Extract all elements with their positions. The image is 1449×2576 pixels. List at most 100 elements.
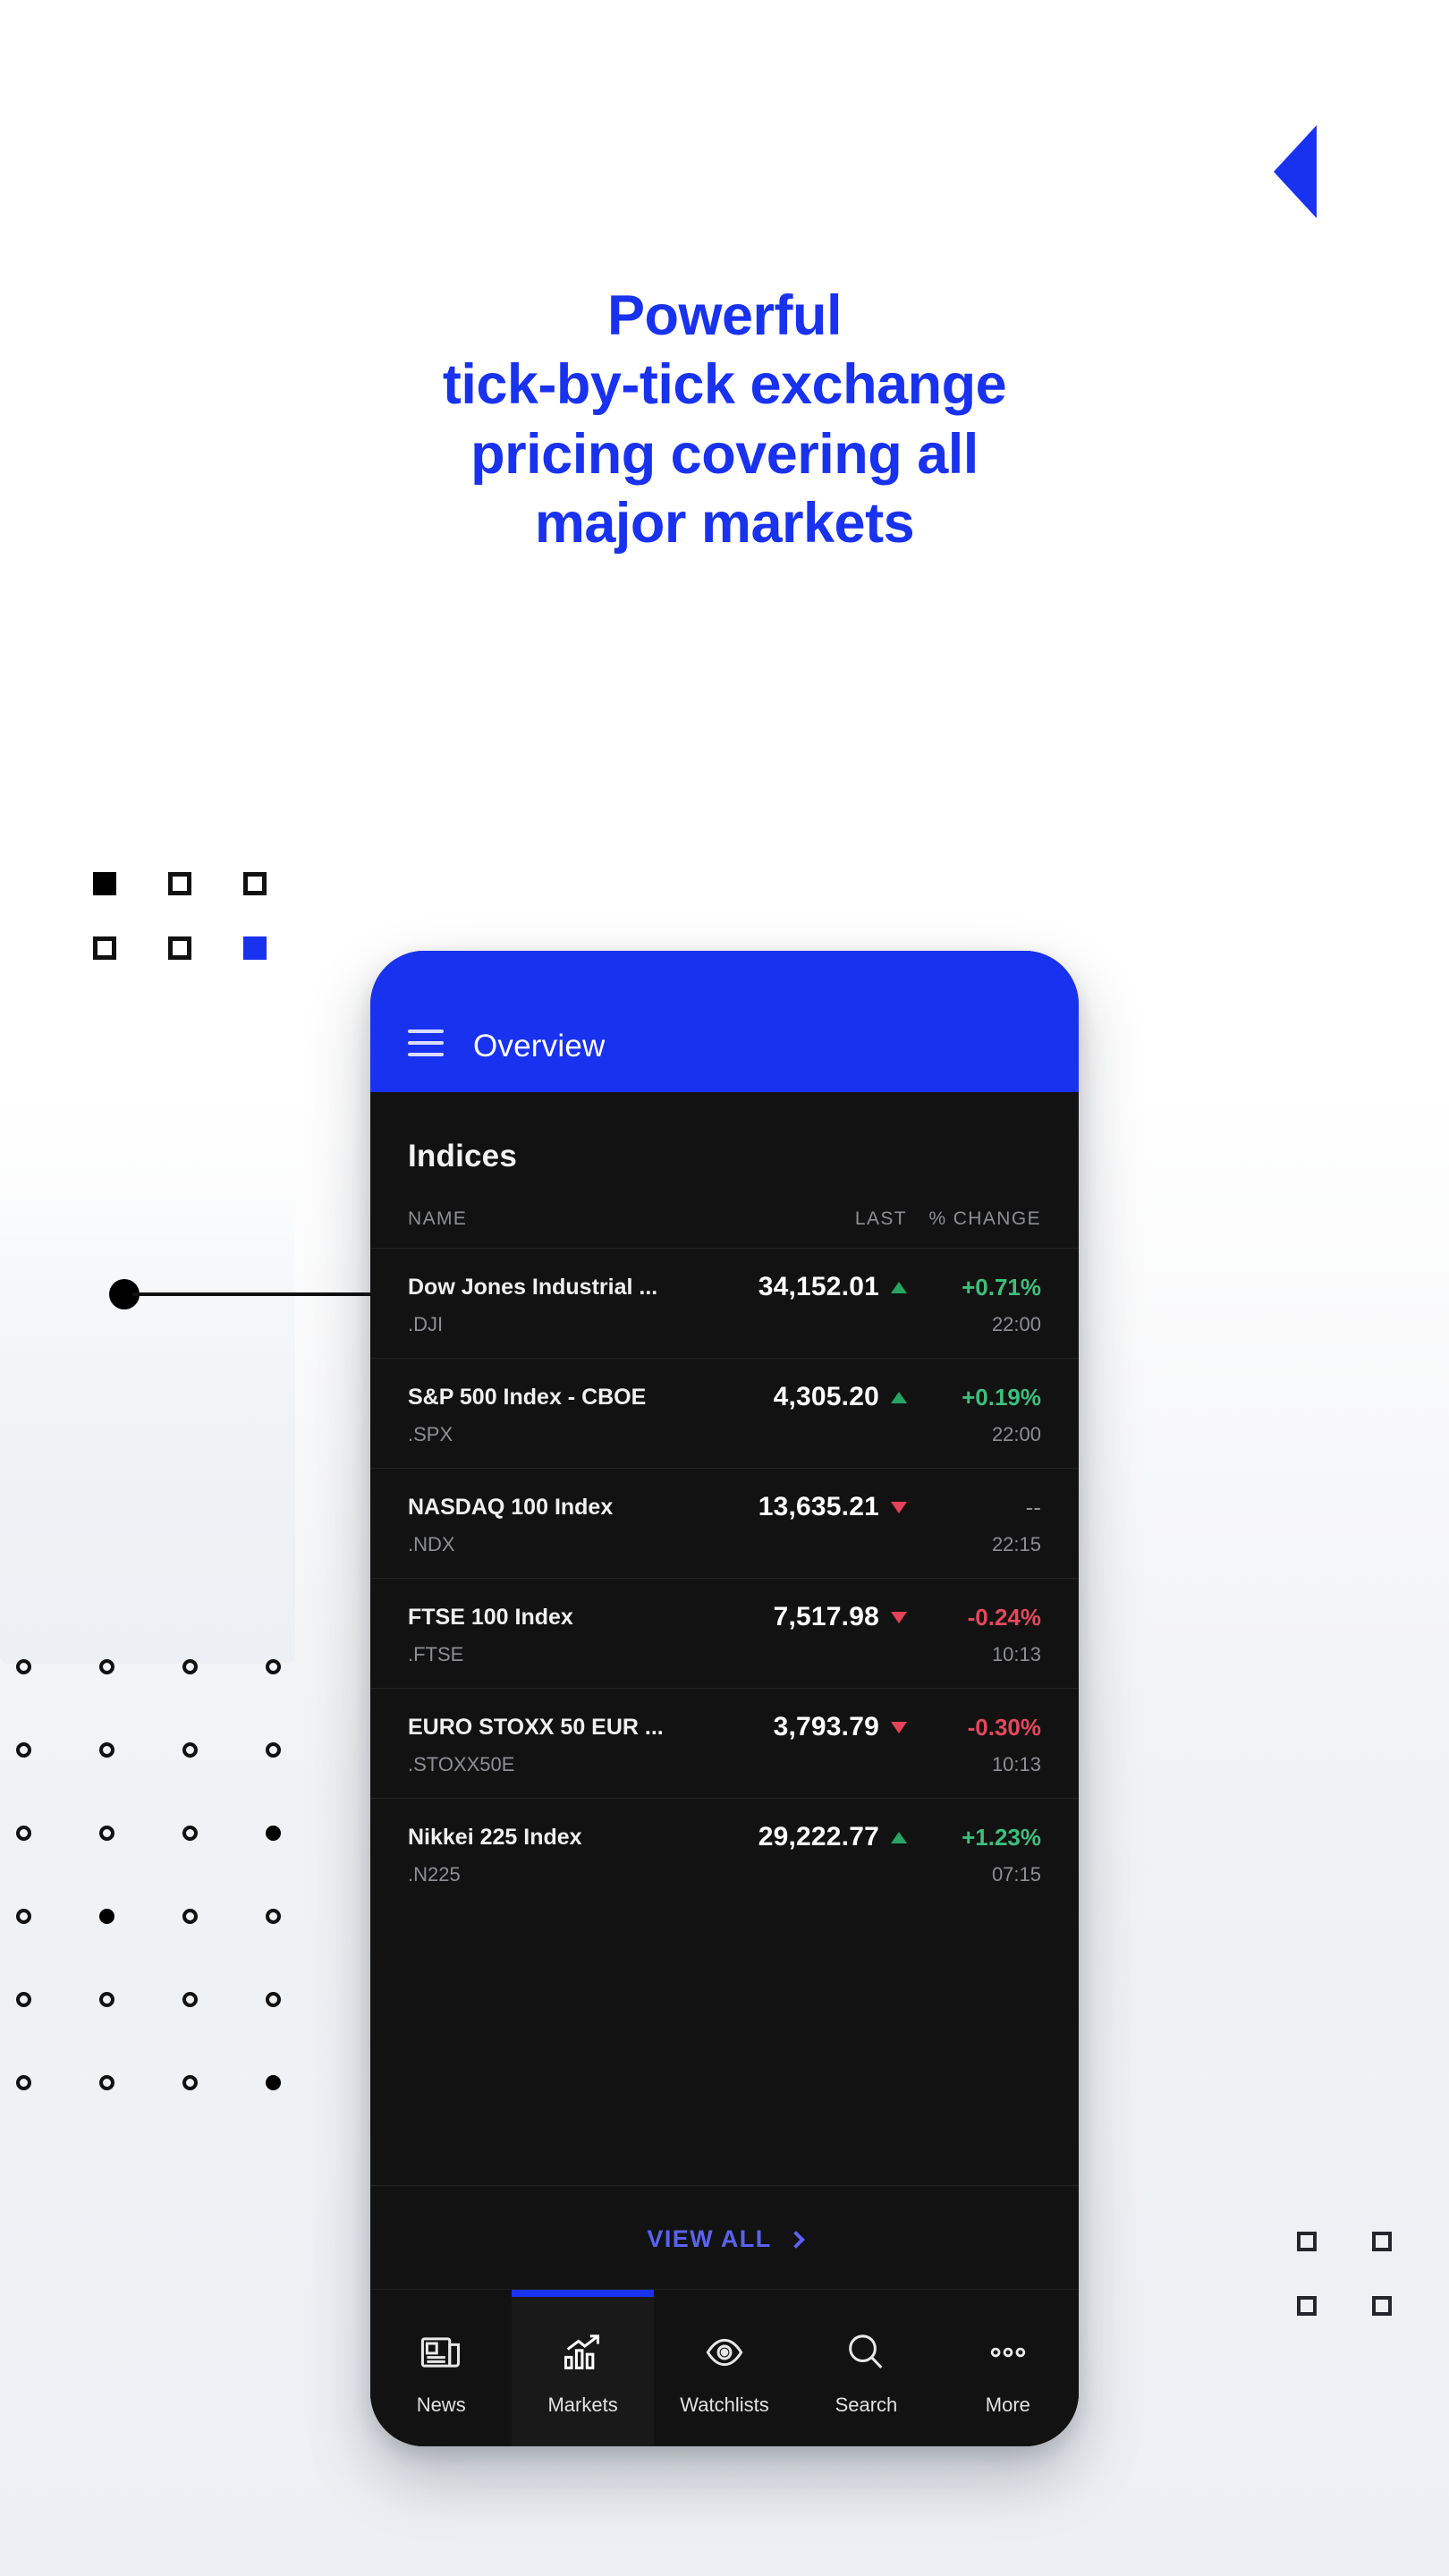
decor-dot-grid bbox=[16, 1659, 349, 2158]
app-body: Indices NAME LAST % CHANGE Dow Jones Ind… bbox=[370, 1092, 1079, 2446]
index-change: -- bbox=[1025, 1493, 1041, 1521]
tab-label: News bbox=[416, 2393, 466, 2416]
connector-line bbox=[132, 1292, 374, 1296]
index-change: +0.71% bbox=[962, 1273, 1041, 1301]
index-name: FTSE 100 Index bbox=[408, 1604, 573, 1630]
app-header: Overview bbox=[370, 951, 1079, 1092]
index-symbol: .N225 bbox=[408, 1863, 461, 1885]
decor-square bbox=[1372, 2232, 1392, 2251]
index-last: 29,222.77 bbox=[732, 1822, 907, 1852]
index-last-value: 13,635.21 bbox=[758, 1492, 879, 1521]
tab-markets[interactable]: Markets bbox=[512, 2290, 655, 2446]
decor-dot bbox=[182, 1659, 198, 1674]
hamburger-icon[interactable] bbox=[408, 1030, 444, 1056]
decor-dot bbox=[182, 1992, 198, 2007]
bar-chart-icon bbox=[560, 2329, 606, 2376]
index-name: S&P 500 Index - CBOE bbox=[408, 1384, 647, 1410]
tab-search[interactable]: Search bbox=[795, 2290, 936, 2446]
section-title: Indices bbox=[408, 1139, 518, 1174]
decor-dot bbox=[182, 1826, 198, 1841]
index-symbol: .SPX bbox=[408, 1423, 453, 1445]
newspaper-icon bbox=[418, 2329, 464, 2376]
table-row[interactable]: Nikkei 225 Index 29,222.77 +1.23% .N225 … bbox=[370, 1798, 1079, 1908]
index-last-value: 3,793.79 bbox=[773, 1712, 879, 1741]
decor-square-grid-top-left bbox=[93, 872, 318, 1001]
decor-dot bbox=[16, 1909, 31, 1924]
index-time: 10:13 bbox=[991, 1643, 1041, 1665]
decor-square bbox=[1297, 2232, 1317, 2251]
headline-line-2: tick-by-tick exchange bbox=[442, 353, 1007, 417]
headline-line-3: pricing covering all bbox=[470, 422, 979, 486]
play-triangle-left-icon bbox=[1274, 125, 1317, 218]
arrow-down-icon bbox=[891, 1501, 907, 1513]
decor-dot bbox=[16, 1992, 31, 2007]
decor-dot bbox=[266, 1659, 281, 1674]
index-name: Nikkei 225 Index bbox=[408, 1824, 582, 1850]
decor-dot bbox=[99, 2075, 114, 2090]
table-row[interactable]: Dow Jones Industrial ... 34,152.01 +0.71… bbox=[370, 1248, 1079, 1358]
index-change: -0.24% bbox=[967, 1603, 1041, 1631]
column-header-name: NAME bbox=[408, 1208, 468, 1229]
table-row[interactable]: NASDAQ 100 Index 13,635.21 -- .NDX 22:15 bbox=[370, 1468, 1079, 1578]
view-all-label: VIEW ALL bbox=[647, 2225, 772, 2252]
promo-screen: Powerful tick-by-tick exchange pricing c… bbox=[0, 0, 1449, 2576]
arrow-up-icon bbox=[891, 1391, 907, 1403]
ellipsis-icon bbox=[985, 2329, 1031, 2376]
background-panel-left bbox=[0, 1163, 295, 1664]
table-row[interactable]: FTSE 100 Index 7,517.98 -0.24% .FTSE 10:… bbox=[370, 1578, 1079, 1688]
decor-dot bbox=[99, 1742, 114, 1758]
decor-dot bbox=[99, 1826, 114, 1841]
page-title: Powerful tick-by-tick exchange pricing c… bbox=[0, 282, 1449, 559]
index-last: 4,305.20 bbox=[732, 1382, 907, 1412]
table-row[interactable]: EURO STOXX 50 EUR ... 3,793.79 -0.30% .S… bbox=[370, 1688, 1079, 1798]
index-symbol: .NDX bbox=[408, 1533, 455, 1555]
column-header-last: LAST bbox=[854, 1208, 907, 1229]
index-symbol: .STOXX50E bbox=[408, 1753, 515, 1775]
decor-dot bbox=[16, 1826, 31, 1841]
decor-square-grid-bottom-right bbox=[1297, 2232, 1447, 2360]
view-all-button[interactable]: VIEW ALL bbox=[370, 2185, 1079, 2289]
tab-label: More bbox=[985, 2393, 1030, 2416]
index-change: -0.30% bbox=[967, 1713, 1041, 1741]
index-last-value: 4,305.20 bbox=[773, 1382, 879, 1411]
table-header: NAME LAST % CHANGE bbox=[370, 1174, 1079, 1248]
index-time: 10:13 bbox=[991, 1753, 1041, 1775]
magnifier-icon bbox=[843, 2329, 889, 2376]
decor-square bbox=[1297, 2296, 1317, 2316]
decor-square bbox=[168, 872, 191, 895]
decor-square bbox=[93, 872, 116, 895]
index-last: 3,793.79 bbox=[732, 1712, 907, 1742]
tab-watchlists[interactable]: Watchlists bbox=[654, 2290, 795, 2446]
decor-dot bbox=[16, 1742, 31, 1758]
decor-dot bbox=[266, 1909, 281, 1924]
tab-news[interactable]: News bbox=[370, 2290, 512, 2446]
arrow-up-icon bbox=[891, 1281, 907, 1293]
index-last-value: 29,222.77 bbox=[758, 1822, 879, 1852]
chevron-right-icon bbox=[786, 2230, 805, 2249]
tab-label: Watchlists bbox=[680, 2393, 769, 2416]
app-title: Overview bbox=[473, 1029, 606, 1063]
decor-dot bbox=[99, 1659, 114, 1674]
index-last: 34,152.01 bbox=[732, 1272, 907, 1302]
eye-icon bbox=[701, 2329, 748, 2376]
tab-label: Markets bbox=[547, 2393, 618, 2416]
column-header-change: % CHANGE bbox=[928, 1208, 1041, 1229]
arrow-down-icon bbox=[891, 1721, 907, 1733]
decor-dot bbox=[16, 1659, 31, 1674]
index-name: Dow Jones Industrial ... bbox=[408, 1274, 658, 1300]
decor-dot bbox=[266, 1826, 281, 1841]
decor-square bbox=[1372, 2296, 1392, 2316]
decor-dot bbox=[99, 1992, 114, 2007]
index-last: 13,635.21 bbox=[732, 1492, 907, 1522]
tab-label: Search bbox=[835, 2393, 898, 2416]
decor-square bbox=[168, 936, 191, 960]
table-row[interactable]: S&P 500 Index - CBOE 4,305.20 +0.19% .SP… bbox=[370, 1358, 1079, 1468]
tab-more[interactable]: More bbox=[937, 2290, 1079, 2446]
index-symbol: .DJI bbox=[408, 1313, 444, 1335]
index-time: 07:15 bbox=[991, 1863, 1041, 1885]
decor-dot bbox=[266, 1992, 281, 2007]
decor-dot bbox=[182, 1909, 198, 1924]
index-time: 22:00 bbox=[991, 1423, 1041, 1445]
index-last-value: 7,517.98 bbox=[773, 1602, 879, 1631]
decor-dot bbox=[266, 2075, 281, 2090]
